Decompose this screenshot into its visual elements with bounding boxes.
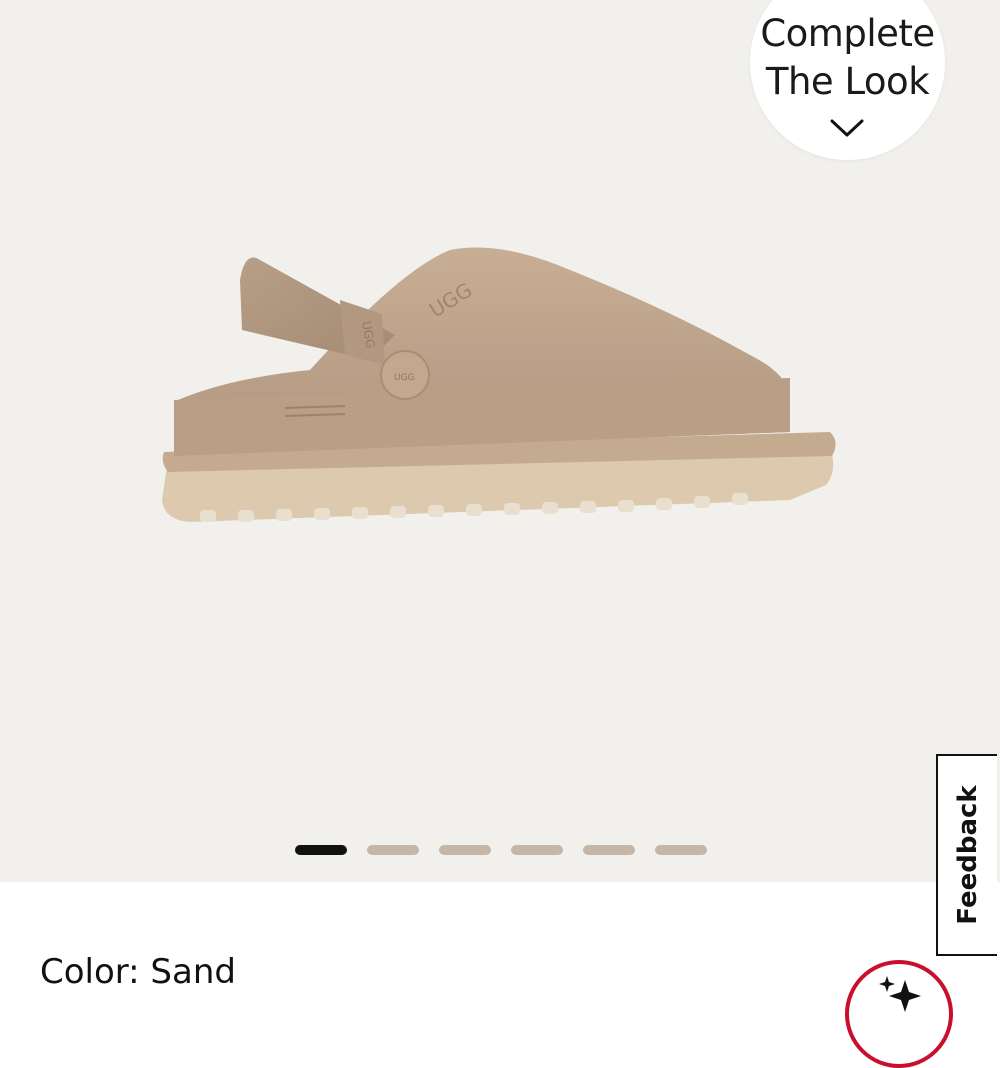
complete-the-look-label: Complete The Look: [760, 12, 935, 103]
product-image[interactable]: UGG UGG UGG: [150, 210, 850, 550]
feedback-tab[interactable]: Feedback: [936, 754, 997, 956]
carousel-pagination: [295, 845, 715, 855]
feedback-label: Feedback: [952, 785, 983, 925]
sparkle-icon: [879, 976, 921, 1012]
product-gallery[interactable]: UGG UGG UGG Complete The Look: [0, 0, 1000, 882]
svg-text:UGG: UGG: [394, 373, 415, 383]
complete-the-look-button[interactable]: Complete The Look: [750, 0, 945, 160]
color-label: Color: Sand: [40, 952, 236, 992]
chevron-down-icon: [830, 119, 864, 137]
carousel-dot-6[interactable]: [655, 845, 707, 855]
carousel-dot-2[interactable]: [367, 845, 419, 855]
carousel-dot-5[interactable]: [583, 845, 635, 855]
assistant-button[interactable]: [845, 960, 953, 1068]
carousel-dot-4[interactable]: [511, 845, 563, 855]
carousel-dot-1[interactable]: [295, 845, 347, 855]
carousel-dot-3[interactable]: [439, 845, 491, 855]
